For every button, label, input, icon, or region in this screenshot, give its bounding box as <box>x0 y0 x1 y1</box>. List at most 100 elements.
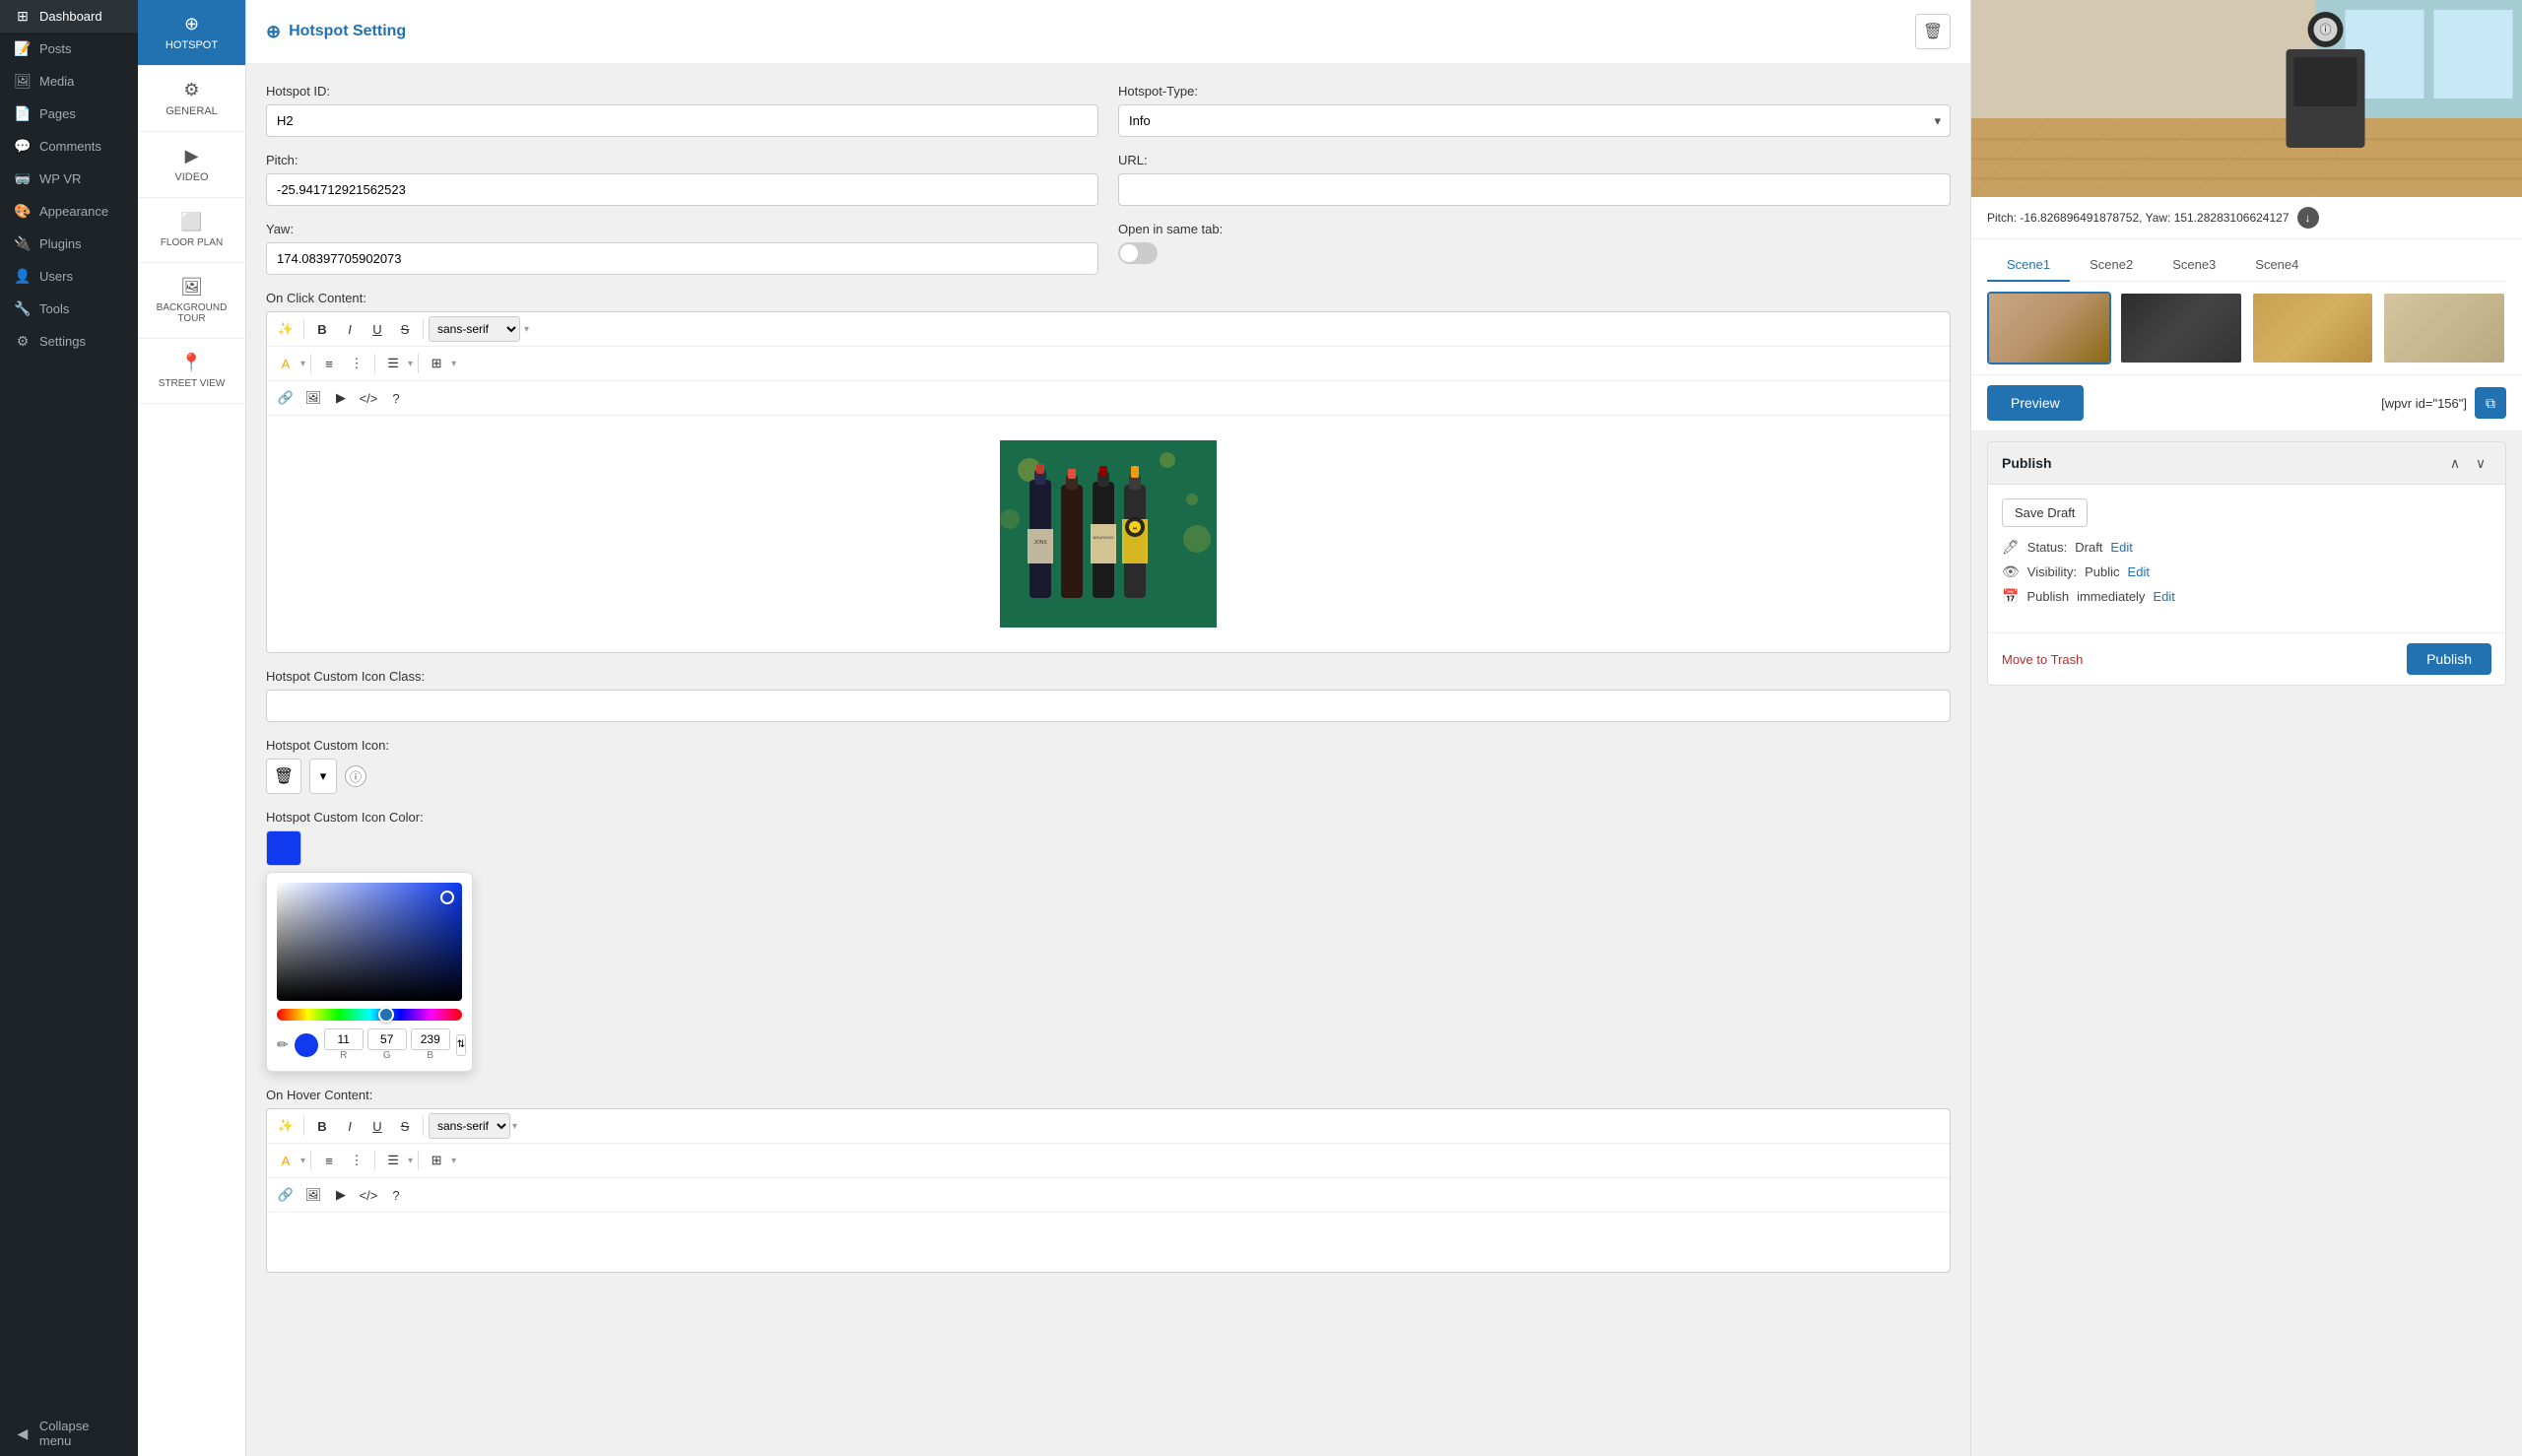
status-edit-link[interactable]: Edit <box>2110 540 2132 555</box>
scene-tab-4[interactable]: Scene4 <box>2235 249 2318 282</box>
download-button[interactable]: ↓ <box>2297 207 2319 229</box>
scene-preview: ⓘ <box>1971 0 2522 197</box>
custom-icon-class-input[interactable] <box>266 690 1951 722</box>
toolbar-align-btn[interactable]: ☰ <box>380 351 406 376</box>
panel-item-street-view[interactable]: 📍 STREET VIEW <box>138 339 245 404</box>
sidebar-item-users[interactable]: 👤 Users <box>0 260 138 293</box>
color-gradient-area[interactable] <box>277 883 462 1001</box>
hotspot-setting-icon: ⊕ <box>266 22 281 42</box>
url-input[interactable] <box>1118 173 1951 206</box>
toolbar-underline-btn[interactable]: U <box>365 316 390 342</box>
hover-toolbar-image-btn[interactable]: 🖼 <box>300 1182 326 1208</box>
color-hue-bar[interactable] <box>277 1009 462 1021</box>
pitch-input[interactable] <box>266 173 1098 206</box>
publish-button[interactable]: Publish <box>2407 643 2491 675</box>
sidebar-item-pages[interactable]: 📄 Pages <box>0 98 138 130</box>
toolbar-unordered-list-btn[interactable]: ≡ <box>316 351 342 376</box>
color-mode-toggle[interactable]: ⇅ <box>456 1034 466 1056</box>
scene-thumb-2[interactable] <box>2119 292 2243 364</box>
on-click-content-label: On Click Content: <box>266 291 1951 305</box>
publish-meta-status: 🖊 Status: Draft Edit <box>2002 539 2491 556</box>
color-swatch[interactable] <box>266 830 301 866</box>
hover-toolbar-code-btn[interactable]: </> <box>356 1182 381 1208</box>
toolbar-bold-btn[interactable]: B <box>309 316 335 342</box>
toolbar-table-btn[interactable]: ⊞ <box>424 351 449 376</box>
toolbar-font-select[interactable]: sans-serif serif monospace <box>429 316 520 342</box>
toolbar-strikethrough-btn[interactable]: S <box>392 316 418 342</box>
visibility-edit-link[interactable]: Edit <box>2128 564 2150 579</box>
hotspot-type-select[interactable]: Info URL Scene Video <box>1118 104 1951 137</box>
icon-picker-box[interactable]: 🗑 <box>266 759 301 794</box>
panel-item-video[interactable]: ▶ VIDEO <box>138 132 245 198</box>
copy-shortcode-button[interactable]: ⧉ <box>2475 387 2506 419</box>
users-icon: 👤 <box>14 268 32 285</box>
panel-item-background-tour[interactable]: 🖼 BACKGROUND TOUR <box>138 263 245 339</box>
scene-tab-3[interactable]: Scene3 <box>2153 249 2235 282</box>
icon-dropdown-button[interactable]: ▾ <box>309 759 337 794</box>
hover-toolbar-ol-btn[interactable]: ⋮ <box>344 1148 369 1173</box>
publish-collapse-down-button[interactable]: ∨ <box>2470 452 2491 474</box>
hover-toolbar-color-btn[interactable]: A <box>273 1148 299 1173</box>
save-draft-button[interactable]: Save Draft <box>2002 498 2088 527</box>
panel-item-general[interactable]: ⚙ GENERAL <box>138 66 245 132</box>
hover-toolbar-strikethrough-btn[interactable]: S <box>392 1113 418 1139</box>
scene-thumb-1[interactable] <box>1987 292 2111 364</box>
hover-toolbar-color-arrow: ▾ <box>300 1156 305 1166</box>
scene-thumb-4[interactable] <box>2382 292 2506 364</box>
hover-toolbar-link-btn[interactable]: 🔗 <box>273 1182 299 1208</box>
color-g-input[interactable] <box>367 1028 407 1050</box>
panel-item-floor-plan[interactable]: ⬜ FLOOR PLAN <box>138 198 245 263</box>
hover-toolbar-bold-btn[interactable]: B <box>309 1113 335 1139</box>
yaw-input[interactable] <box>266 242 1098 275</box>
sidebar-item-media[interactable]: 🖼 Media <box>0 65 138 98</box>
scene-tab-1[interactable]: Scene1 <box>1987 249 2070 282</box>
hover-toolbar-table-btn[interactable]: ⊞ <box>424 1148 449 1173</box>
hover-toolbar-ul-btn[interactable]: ≡ <box>316 1148 342 1173</box>
toolbar-italic-btn[interactable]: I <box>337 316 363 342</box>
sidebar-item-dashboard[interactable]: ⊞ Dashboard <box>0 0 138 33</box>
on-click-editor: ✨ B I U S sans-serif serif monospace ▾ <box>266 311 1951 653</box>
move-to-trash-link[interactable]: Move to Trash <box>2002 652 2083 667</box>
toolbar-color-btn[interactable]: A <box>273 351 299 376</box>
scene-thumb-3[interactable] <box>2251 292 2375 364</box>
toolbar-help-btn[interactable]: ? <box>383 385 409 411</box>
icon-info-button[interactable]: ⓘ <box>345 765 366 787</box>
hotspot-id-input[interactable] <box>266 104 1098 137</box>
sidebar-item-tools[interactable]: 🔧 Tools <box>0 293 138 325</box>
editor-content[interactable]: JONS BOURGOG <box>267 416 1950 652</box>
color-gradient-cursor[interactable] <box>440 891 454 904</box>
publish-collapse-up-button[interactable]: ∧ <box>2444 452 2466 474</box>
hover-toolbar-underline-btn[interactable]: U <box>365 1113 390 1139</box>
color-r-input[interactable] <box>324 1028 364 1050</box>
color-b-input[interactable] <box>411 1028 450 1050</box>
toolbar-image-btn[interactable]: 🖼 <box>300 385 326 411</box>
delete-hotspot-button[interactable]: 🗑 <box>1915 14 1951 49</box>
sidebar-item-settings[interactable]: ⚙ Settings <box>0 325 138 358</box>
hover-toolbar-italic-btn[interactable]: I <box>337 1113 363 1139</box>
hover-toolbar-align-btn[interactable]: ☰ <box>380 1148 406 1173</box>
publish-timing-edit-link[interactable]: Edit <box>2153 589 2174 604</box>
sidebar-item-plugins[interactable]: 🔌 Plugins <box>0 228 138 260</box>
toolbar-code-btn[interactable]: </> <box>356 385 381 411</box>
color-hue-cursor[interactable] <box>378 1007 394 1023</box>
toolbar-link-btn[interactable]: 🔗 <box>273 385 299 411</box>
sidebar-item-appearance[interactable]: 🎨 Appearance <box>0 195 138 228</box>
eyedropper-icon[interactable]: ✏ <box>277 1036 289 1053</box>
toolbar-embed-btn[interactable]: ▶ <box>328 385 354 411</box>
sidebar-item-wpvr[interactable]: 🥽 WP VR <box>0 163 138 195</box>
hover-editor-content[interactable] <box>267 1213 1950 1272</box>
hover-toolbar-embed-btn[interactable]: ▶ <box>328 1182 354 1208</box>
visibility-label: Visibility: <box>2027 564 2077 579</box>
sidebar-item-collapse[interactable]: ◀ Collapse menu <box>0 1411 138 1456</box>
open-same-tab-toggle[interactable] <box>1118 242 1158 264</box>
sidebar-item-comments[interactable]: 💬 Comments <box>0 130 138 163</box>
toolbar-magic-btn[interactable]: ✨ <box>273 316 299 342</box>
toolbar-ordered-list-btn[interactable]: ⋮ <box>344 351 369 376</box>
sidebar-item-posts[interactable]: 📝 Posts <box>0 33 138 65</box>
scene-tab-2[interactable]: Scene2 <box>2070 249 2153 282</box>
panel-item-hotspot[interactable]: ⊕ HOTSPOT <box>138 0 245 66</box>
preview-button[interactable]: Preview <box>1987 385 2084 421</box>
hover-toolbar-magic-btn[interactable]: ✨ <box>273 1113 299 1139</box>
hover-toolbar-font-select[interactable]: sans-serif <box>429 1113 510 1139</box>
hover-toolbar-help-btn[interactable]: ? <box>383 1182 409 1208</box>
